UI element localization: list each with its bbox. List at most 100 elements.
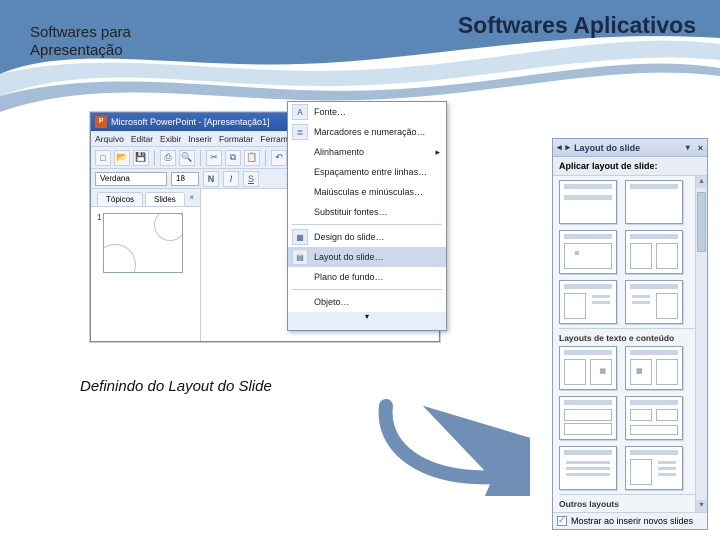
layout-title-slide[interactable] [559,180,617,224]
copy-button[interactable]: ⧉ [225,150,241,166]
toolbar-separator [265,150,266,166]
task-pane-scrollbar[interactable]: ▴ ▾ [695,176,707,512]
menu-item-substituir-fontes[interactable]: Substituir fontes… [288,202,446,222]
close-icon[interactable]: × [698,143,703,153]
submenu-arrow-icon: ▸ [435,147,440,158]
section-label-text-content: Layouts de texto e conteúdo [559,333,703,343]
dropdown-icon[interactable]: ▾ [686,143,690,152]
layout-option[interactable]: ▦ [559,346,617,390]
menu-exibir[interactable]: Exibir [160,134,181,144]
menu-expand-handle[interactable]: ▾ [288,312,446,330]
menu-item-label: Maiúsculas e minúsculas… [314,187,423,197]
thumbnail-area: 1 [91,207,200,341]
save-button[interactable]: 💾 [133,150,149,166]
menu-separator [292,289,442,290]
slide-caption: Definindo do Layout do Slide [80,378,272,395]
tab-slides[interactable]: Slides [145,192,185,206]
menu-inserir[interactable]: Inserir [188,134,212,144]
app-icon: P [95,116,107,128]
menu-item-label: Marcadores e numeração… [314,127,426,137]
thumbnail-number: 1 [97,213,101,335]
font-family-select[interactable]: Verdana [95,172,167,186]
undo-button[interactable]: ↶ [271,150,287,166]
menu-item-marcadores[interactable]: ≣ Marcadores e numeração… [288,122,446,142]
forward-icon[interactable]: ▸ [566,142,571,153]
menu-formatar[interactable]: Formatar [219,134,253,144]
layout-icon: ▤ [292,249,308,265]
layout-option[interactable] [559,396,617,440]
menu-item-label: Design do slide… [314,232,385,242]
header-subtitle-line2: Apresentação [30,42,131,60]
scrollbar-thumb[interactable] [697,192,706,252]
slide-thumbnail[interactable] [103,213,183,273]
apply-layout-label: Aplicar layout de slide: [553,157,707,176]
menu-item-label: Alinhamento [314,147,364,157]
footer-checkbox-label: Mostrar ao inserir novos slides [571,516,693,526]
toolbar-separator [200,150,201,166]
scroll-up-icon[interactable]: ▴ [696,176,707,188]
layout-text-content[interactable] [625,280,683,324]
slides-pane: Tópicos Slides × 1 [91,189,201,341]
cut-button[interactable]: ✂ [206,150,222,166]
pane-tabstrip: Tópicos Slides × [91,189,200,207]
window-title: Microsoft PowerPoint - [Apresentação1] [111,117,270,127]
menu-item-label: Plano de fundo… [314,272,384,282]
menu-arquivo[interactable]: Arquivo [95,134,124,144]
font-family-value: Verdana [100,174,130,183]
menu-item-fonte[interactable]: A Fonte… [288,102,446,122]
back-icon[interactable]: ◂ [557,142,562,153]
section-divider [559,494,703,495]
scroll-down-icon[interactable]: ▾ [696,500,707,512]
layout-two-content[interactable] [625,230,683,274]
header-subtitle: Softwares para Apresentação [30,24,131,60]
print-button[interactable]: ⎙ [160,150,176,166]
menu-separator [292,224,442,225]
menu-item-label: Substituir fontes… [314,207,388,217]
layout-scroll-area: ≣ Layouts de texto e conteúdo [553,176,707,512]
menu-item-layout-slide[interactable]: ▤ Layout do slide… [288,247,446,267]
slide-layout-task-pane: ◂ ▸ Layout do slide ▾ × Aplicar layout d… [552,138,708,530]
menu-item-label: Layout do slide… [314,252,384,262]
menu-item-label: Espaçamento entre linhas… [314,167,427,177]
layout-option[interactable] [559,446,617,490]
menu-item-objeto[interactable]: Objeto… [288,292,446,312]
menu-item-plano-de-fundo[interactable]: Plano de fundo… [288,267,446,287]
paste-button[interactable]: 📋 [244,150,260,166]
header-title: Softwares Aplicativos [458,12,696,39]
bold-button[interactable]: N [203,171,219,187]
font-icon: A [292,104,308,120]
menu-item-design-slide[interactable]: ▦ Design do slide… [288,227,446,247]
menu-item-maiusculas[interactable]: Maiúsculas e minúsculas… [288,182,446,202]
layout-grid-text-content: ▦ ▦ [559,346,703,490]
bullets-icon: ≣ [292,124,308,140]
layout-title-content[interactable]: ≣ [559,230,617,274]
design-icon: ▦ [292,229,308,245]
toolbar-separator [154,150,155,166]
underline-button[interactable]: S [243,171,259,187]
arrow-indicator [370,396,530,496]
task-pane-title: Layout do slide [574,143,640,153]
tab-close-icon[interactable]: × [189,193,194,202]
open-button[interactable]: 📂 [114,150,130,166]
italic-button[interactable]: I [223,171,239,187]
task-pane-titlebar[interactable]: ◂ ▸ Layout do slide ▾ × [553,139,707,157]
task-pane-footer: Mostrar ao inserir novos slides [553,512,707,529]
font-size-select[interactable]: 18 [171,172,199,186]
menu-item-espacamento[interactable]: Espaçamento entre linhas… [288,162,446,182]
section-divider [559,328,703,329]
menu-item-label: Fonte… [314,107,346,117]
header-subtitle-line1: Softwares para [30,24,131,42]
menu-editar[interactable]: Editar [131,134,153,144]
new-button[interactable]: □ [95,150,111,166]
powerpoint-window: P Microsoft PowerPoint - [Apresentação1]… [90,112,440,342]
layout-option[interactable] [625,446,683,490]
show-on-insert-checkbox[interactable] [557,516,567,526]
menu-item-alinhamento[interactable]: Alinhamento ▸ [288,142,446,162]
layout-content-text[interactable] [559,280,617,324]
preview-button[interactable]: 🔍 [179,150,195,166]
layout-title-only[interactable] [625,180,683,224]
menu-item-label: Objeto… [314,297,350,307]
tab-topicos[interactable]: Tópicos [97,192,143,206]
layout-option[interactable]: ▦ [625,346,683,390]
layout-option[interactable] [625,396,683,440]
